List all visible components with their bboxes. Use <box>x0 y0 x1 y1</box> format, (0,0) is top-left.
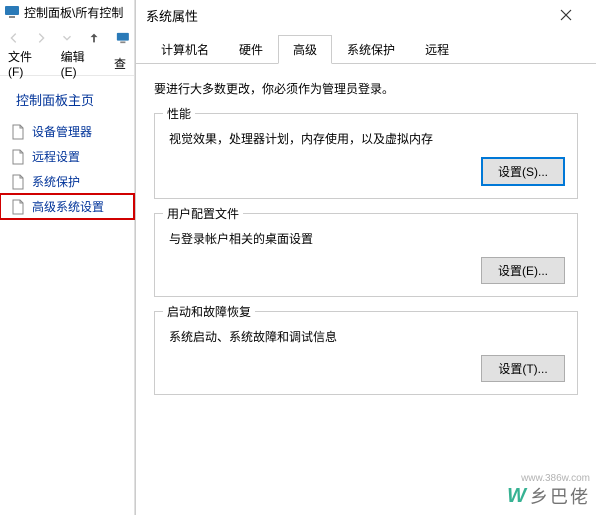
menu-bar: 文件(F) 编辑(E) 查 <box>0 52 134 76</box>
performance-legend: 性能 <box>163 105 195 122</box>
forward-button[interactable] <box>31 26 52 50</box>
watermark-url: www.386w.com <box>521 473 590 484</box>
window-title-bar: 控制面板\所有控制 <box>0 0 134 24</box>
back-button[interactable] <box>4 26 25 50</box>
user-profile-settings-button[interactable]: 设置(E)... <box>481 257 565 284</box>
watermark-logo-icon: W <box>507 485 526 508</box>
sidebar-item-label: 远程设置 <box>32 148 80 165</box>
tab-bar: 计算机名 硬件 高级 系统保护 远程 <box>136 30 596 64</box>
performance-group: 性能 视觉效果，处理器计划，内存使用，以及虚拟内存 设置(S)... <box>154 113 578 199</box>
user-profile-group: 用户配置文件 与登录帐户相关的桌面设置 设置(E)... <box>154 213 578 297</box>
startup-recovery-legend: 启动和故障恢复 <box>163 303 255 320</box>
close-icon <box>560 9 572 21</box>
sidebar-item-label: 高级系统设置 <box>32 198 104 215</box>
dropdown-history-icon[interactable] <box>57 26 78 50</box>
tab-computer-name[interactable]: 计算机名 <box>146 35 224 64</box>
user-profile-desc: 与登录帐户相关的桌面设置 <box>167 224 565 257</box>
tab-remote[interactable]: 远程 <box>410 35 464 64</box>
dialog-title-bar: 系统属性 <box>136 0 596 30</box>
menu-file[interactable]: 文件(F) <box>8 48 47 79</box>
up-button[interactable] <box>84 26 105 50</box>
tab-system-protection[interactable]: 系统保护 <box>332 35 410 64</box>
close-button[interactable] <box>546 0 586 30</box>
dialog-title-text: 系统属性 <box>146 6 198 25</box>
document-icon <box>10 199 26 215</box>
address-bar-icon <box>116 30 130 46</box>
dialog-content: 要进行大多数更改，你必须作为管理员登录。 性能 视觉效果，处理器计划，内存使用，… <box>136 64 596 425</box>
performance-desc: 视觉效果，处理器计划，内存使用，以及虚拟内存 <box>167 124 565 157</box>
watermark: www.386w.com W 乡巴佬 <box>507 483 590 509</box>
sidebar-item-label: 设备管理器 <box>32 123 92 140</box>
sidebar-list: 设备管理器 远程设置 系统保护 高级系统设置 <box>0 119 134 219</box>
sidebar-title: 控制面板主页 <box>0 76 134 119</box>
document-icon <box>10 124 26 140</box>
user-profile-legend: 用户配置文件 <box>163 205 243 222</box>
sidebar-item-advanced-system-settings[interactable]: 高级系统设置 <box>0 194 134 219</box>
startup-recovery-group: 启动和故障恢复 系统启动、系统故障和调试信息 设置(T)... <box>154 311 578 395</box>
watermark-brand: 乡巴佬 <box>530 483 590 509</box>
startup-recovery-desc: 系统启动、系统故障和调试信息 <box>167 322 565 355</box>
sidebar-item-system-protection[interactable]: 系统保护 <box>0 169 134 194</box>
sidebar-item-label: 系统保护 <box>32 173 80 190</box>
document-icon <box>10 174 26 190</box>
admin-note: 要进行大多数更改，你必须作为管理员登录。 <box>154 80 578 97</box>
tab-hardware[interactable]: 硬件 <box>224 35 278 64</box>
window-title-text: 控制面板\所有控制 <box>24 4 123 21</box>
document-icon <box>10 149 26 165</box>
performance-settings-button[interactable]: 设置(S)... <box>481 157 565 186</box>
sidebar-item-remote-settings[interactable]: 远程设置 <box>0 144 134 169</box>
tab-advanced[interactable]: 高级 <box>278 35 332 64</box>
system-properties-dialog: 系统属性 计算机名 硬件 高级 系统保护 远程 要进行大多数更改，你必须作为管理… <box>135 0 596 515</box>
sidebar-item-device-manager[interactable]: 设备管理器 <box>0 119 134 144</box>
menu-edit[interactable]: 编辑(E) <box>61 48 100 79</box>
control-panel-icon <box>4 4 20 20</box>
startup-recovery-settings-button[interactable]: 设置(T)... <box>481 355 565 382</box>
menu-view[interactable]: 查 <box>114 55 126 72</box>
